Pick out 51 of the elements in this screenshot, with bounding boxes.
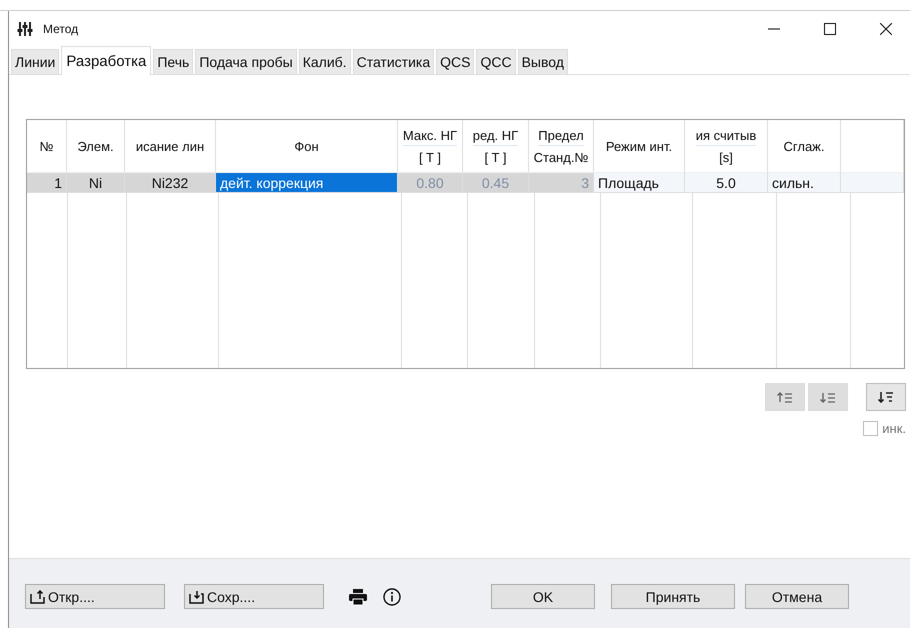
sort-button[interactable]: [866, 383, 906, 411]
table-cell: Ni232: [125, 172, 216, 192]
column-header[interactable]: ия считыв: [696, 128, 756, 146]
save-button[interactable]: Сохр....: [184, 584, 324, 609]
tab[interactable]: Вывод: [518, 49, 568, 74]
ok-button[interactable]: OK: [491, 584, 595, 609]
checkbox-label: инк.: [882, 421, 906, 436]
cancel-button[interactable]: Отмена: [745, 584, 849, 609]
print-icon[interactable]: [349, 588, 367, 604]
column-header[interactable]: Макс. НГ: [402, 128, 458, 146]
window-title: Метод: [43, 22, 78, 36]
column-header[interactable]: Предел: [538, 128, 584, 146]
move-down-icon: [820, 390, 836, 404]
close-icon: [880, 22, 892, 34]
column-header[interactable]: Фон: [294, 138, 319, 154]
tab[interactable]: Статистика: [352, 49, 434, 74]
table-cell: 5.0: [685, 172, 768, 192]
table-cell: Площадь: [594, 172, 685, 192]
apply-button[interactable]: Принять: [611, 584, 735, 609]
move-up-icon: [777, 390, 793, 404]
tab[interactable]: QCS: [436, 49, 474, 74]
column-header[interactable]: Сглаж.: [784, 138, 824, 154]
folder-upload-icon: [30, 590, 46, 604]
sort-icon: [878, 390, 894, 404]
table-cell[interactable]: дейт. коррекция: [216, 172, 398, 192]
column-header[interactable]: №: [40, 138, 54, 154]
column-unit: [s]: [719, 150, 733, 164]
open-button[interactable]: Откр....: [25, 584, 165, 609]
table-cell: 1: [27, 172, 67, 192]
column-header[interactable]: ред. НГ: [472, 128, 518, 146]
column-header[interactable]: исание лин: [136, 138, 204, 154]
folder-download-icon: [189, 590, 205, 604]
maximize-icon: [824, 22, 836, 34]
tab[interactable]: Подача пробы: [195, 49, 297, 74]
table-cell: 3: [529, 172, 594, 192]
column-unit: Станд.№: [534, 150, 588, 164]
tab[interactable]: Печь: [153, 49, 194, 74]
tab[interactable]: Разработка: [61, 46, 152, 75]
table-cell: 0.80: [398, 172, 463, 192]
tab[interactable]: Калиб.: [298, 49, 351, 74]
column-unit: [ T ]: [419, 150, 441, 164]
column-unit: [ T ]: [484, 150, 506, 164]
column-header[interactable]: Элем.: [77, 138, 114, 154]
tab[interactable]: QCC: [476, 49, 516, 74]
tab[interactable]: Линии: [11, 49, 60, 74]
column-header[interactable]: Режим инт.: [606, 138, 672, 154]
table-cell: сильн.: [768, 172, 841, 192]
table-cell: 0.45: [463, 172, 529, 192]
table-cell: Ni: [67, 172, 125, 192]
info-icon[interactable]: [383, 588, 401, 606]
sliders-icon: [17, 20, 33, 36]
